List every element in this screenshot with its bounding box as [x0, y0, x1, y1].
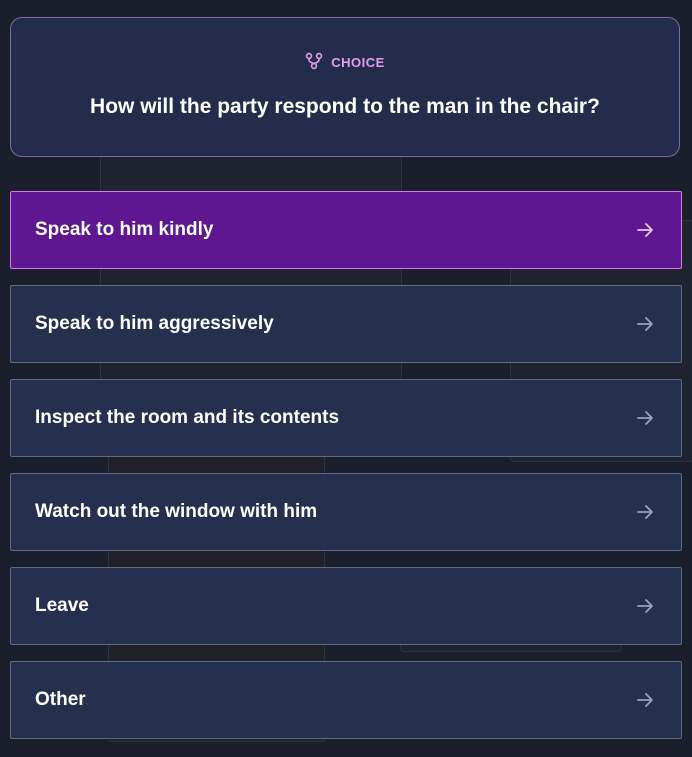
choice-option-inspect-room[interactable]: Inspect the room and its contents: [10, 379, 682, 457]
choice-option-speak-kindly[interactable]: Speak to him kindly: [10, 191, 682, 269]
branch-icon: [305, 52, 323, 73]
choice-option-other[interactable]: Other: [10, 661, 682, 739]
choice-option-leave[interactable]: Leave: [10, 567, 682, 645]
arrow-right-icon: [635, 690, 655, 710]
choice-tag-label: CHOICE: [331, 55, 385, 70]
arrow-right-icon: [635, 220, 655, 240]
option-label: Speak to him aggressively: [35, 313, 274, 334]
option-label: Speak to him kindly: [35, 219, 214, 240]
choice-tag: CHOICE: [305, 52, 385, 73]
option-label: Watch out the window with him: [35, 501, 318, 522]
choice-header: CHOICE How will the party respond to the…: [10, 17, 680, 157]
option-label: Leave: [35, 595, 89, 616]
choice-option-watch-window[interactable]: Watch out the window with him: [10, 473, 682, 551]
option-label: Other: [35, 689, 86, 710]
choice-option-speak-aggressively[interactable]: Speak to him aggressively: [10, 285, 682, 363]
arrow-right-icon: [635, 314, 655, 334]
arrow-right-icon: [635, 408, 655, 428]
arrow-right-icon: [635, 502, 655, 522]
arrow-right-icon: [635, 596, 655, 616]
choice-question: How will the party respond to the man in…: [90, 95, 600, 118]
option-label: Inspect the room and its contents: [35, 407, 340, 428]
